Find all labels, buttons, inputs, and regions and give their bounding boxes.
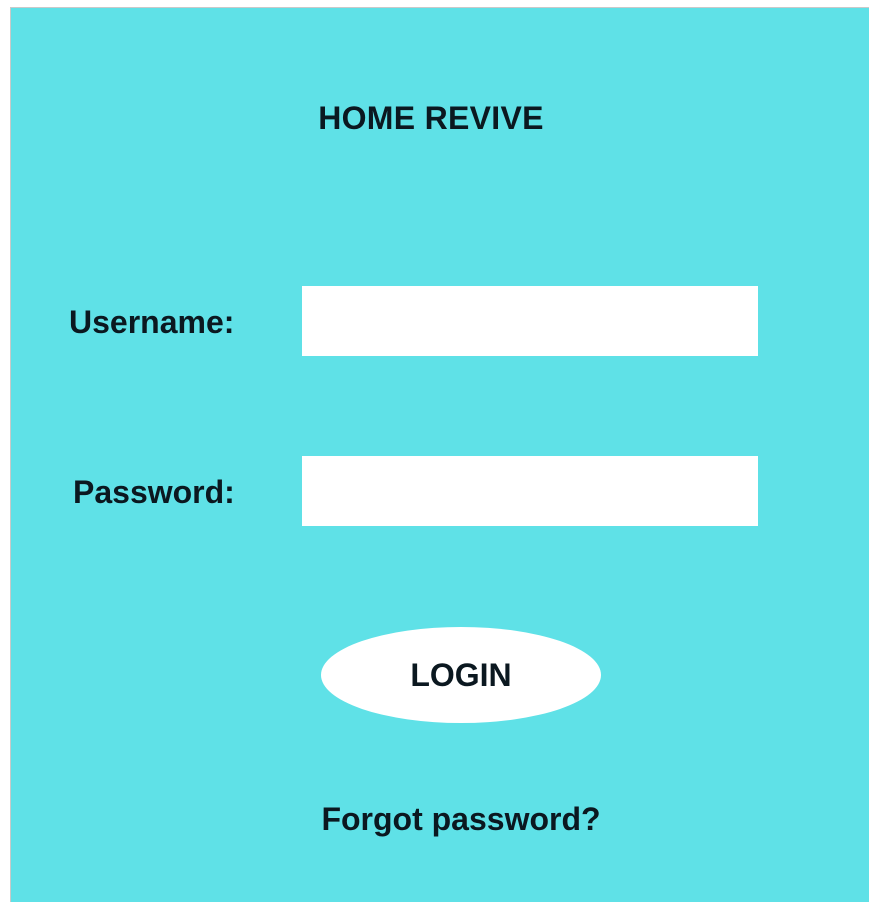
password-label: Password: (73, 474, 235, 510)
forgot-password-link[interactable]: Forgot password? (291, 801, 631, 838)
login-button[interactable]: LOGIN (321, 627, 601, 723)
username-label: Username: (69, 304, 235, 340)
app-title: HOME REVIVE (318, 100, 544, 136)
login-panel: HOME REVIVE Username: Password: LOGIN Fo… (10, 7, 869, 902)
username-input[interactable] (302, 286, 758, 356)
password-input[interactable] (302, 456, 758, 526)
